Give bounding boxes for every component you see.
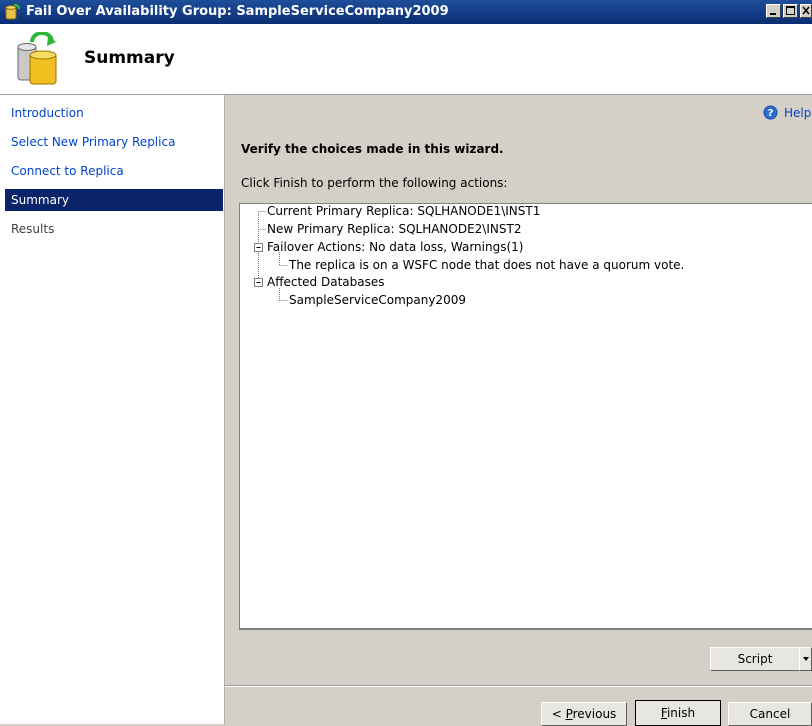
previous-button[interactable]: < Previous bbox=[541, 702, 627, 726]
previous-rest: revious bbox=[572, 707, 617, 721]
tree-item-current-primary[interactable]: Current Primary Replica: SQLHANODE1\INST… bbox=[267, 204, 540, 218]
close-button[interactable] bbox=[800, 4, 812, 18]
previous-prefix: < bbox=[551, 707, 566, 721]
chevron-down-icon bbox=[803, 657, 809, 661]
minimize-button[interactable] bbox=[766, 4, 781, 18]
wizard-header: Summary bbox=[0, 24, 812, 95]
tree-item-warning[interactable]: The replica is on a WSFC node that does … bbox=[289, 258, 684, 272]
nav-item-connect-to-replica[interactable]: Connect to Replica bbox=[5, 160, 223, 182]
script-dropdown-button[interactable] bbox=[799, 647, 812, 671]
nav-item-introduction[interactable]: Introduction bbox=[5, 102, 223, 124]
finish-button[interactable]: Finish bbox=[635, 700, 721, 726]
previous-mnemonic: P bbox=[565, 707, 573, 721]
script-button[interactable]: Script bbox=[710, 647, 800, 671]
tree-item-new-primary[interactable]: New Primary Replica: SQLHANODE2\INST2 bbox=[267, 222, 521, 236]
database-icon bbox=[5, 4, 20, 20]
availability-group-icon bbox=[17, 32, 57, 85]
cancel-button[interactable]: Cancel bbox=[728, 702, 812, 726]
tree-item-failover-actions[interactable]: Failover Actions: No data loss, Warnings… bbox=[267, 240, 523, 254]
minimize-icon bbox=[770, 13, 776, 15]
help-icon: ? bbox=[763, 105, 778, 120]
main-panel: ? Help Verify the choices made in this w… bbox=[225, 95, 812, 726]
instruction-text: Click Finish to perform the following ac… bbox=[241, 176, 508, 190]
page-title: Summary bbox=[84, 48, 175, 68]
title-bar: Fail Over Availability Group: SampleServ… bbox=[0, 0, 812, 24]
window-title: Fail Over Availability Group: SampleServ… bbox=[26, 4, 449, 19]
tree-item-database[interactable]: SampleServiceCompany2009 bbox=[289, 293, 466, 307]
nav-item-select-new-primary-replica[interactable]: Select New Primary Replica bbox=[5, 131, 223, 153]
close-icon bbox=[802, 6, 810, 15]
verify-heading: Verify the choices made in this wizard. bbox=[241, 142, 504, 156]
svg-text:?: ? bbox=[768, 108, 774, 119]
maximize-button[interactable] bbox=[783, 4, 798, 18]
finish-rest: inish bbox=[666, 706, 696, 720]
collapse-toggle-failover[interactable] bbox=[254, 243, 263, 252]
footer-divider bbox=[225, 685, 812, 687]
wizard-nav: Introduction Select New Primary Replica … bbox=[0, 95, 225, 724]
nav-item-summary[interactable]: Summary bbox=[5, 189, 223, 211]
nav-item-results: Results bbox=[11, 222, 55, 236]
maximize-icon bbox=[786, 6, 795, 15]
collapse-toggle-databases[interactable] bbox=[254, 278, 263, 287]
help-label: Help bbox=[784, 106, 812, 120]
tree-item-affected-databases[interactable]: Affected Databases bbox=[267, 275, 385, 289]
summary-tree[interactable]: Current Primary Replica: SQLHANODE1\INST… bbox=[239, 203, 812, 630]
